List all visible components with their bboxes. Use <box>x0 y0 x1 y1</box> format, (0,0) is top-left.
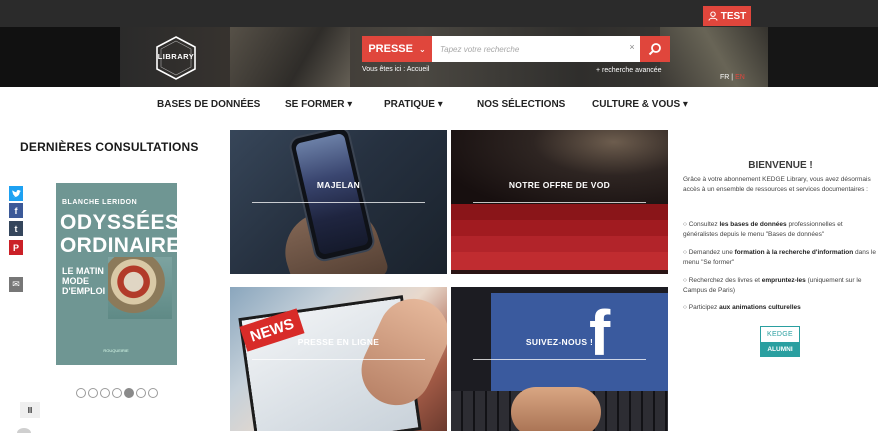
user-account-label: TEST <box>720 10 747 22</box>
advanced-search-link[interactable]: + recherche avancée <box>596 67 662 74</box>
scroll-button[interactable] <box>17 428 31 433</box>
kedge-badge-bottom: ALUMNI <box>761 342 799 357</box>
tile-vod[interactable]: NOTRE OFFRE DE VOD <box>451 130 668 274</box>
link-formation[interactable]: formation à la recherche d'information <box>735 249 854 256</box>
facebook-icon: f <box>14 205 18 216</box>
link-animations[interactable]: aux animations culturelles <box>719 304 801 311</box>
tile-majelan-label: MAJELAN <box>316 180 361 190</box>
nav-item-culture-et-vous[interactable]: CULTURE & VOUS ▾ <box>592 99 688 110</box>
tile-presse-label: PRESSE EN LIGNE <box>297 337 380 347</box>
book-cover[interactable]: BLANCHE LERIDON ODYSSÉES ORDINAIRES LE M… <box>56 183 177 365</box>
carousel-dot[interactable] <box>112 388 122 398</box>
nav-item-se-former[interactable]: SE FORMER ▾ <box>285 99 352 110</box>
nav-item-nos-selections[interactable]: NOS SÉLECTIONS <box>477 99 565 110</box>
facebook-share-button[interactable]: f <box>9 203 23 218</box>
tumblr-share-button[interactable]: t <box>9 221 23 236</box>
main-nav: BASES DE DONNÉES SE FORMER ▾ PRATIQUE ▾ … <box>0 88 878 120</box>
tile-suivez-nous[interactable]: f SUIVEZ-NOUS ! <box>451 287 668 431</box>
clear-search-icon[interactable]: × <box>627 42 637 54</box>
twitter-share-button[interactable] <box>9 186 23 201</box>
breadcrumb-home-link[interactable]: Accueil <box>407 66 430 73</box>
carousel-dots <box>76 388 158 398</box>
language-en-link[interactable]: EN <box>735 74 745 81</box>
welcome-bullet: ○ Demandez une formation à la recherche … <box>683 249 876 266</box>
link-emprunter[interactable]: empruntez-les <box>762 277 806 284</box>
book-author: BLANCHE LERIDON <box>62 199 138 206</box>
search-input[interactable] <box>432 36 640 62</box>
kedge-alumni-badge[interactable]: KEDGE ALUMNI <box>760 326 800 357</box>
tumblr-icon: t <box>14 223 18 234</box>
library-logo[interactable]: LIBRARY <box>153 35 199 81</box>
language-switcher: FR | EN <box>720 74 745 81</box>
top-bar: TEST <box>0 0 878 27</box>
breadcrumb: Vous êtes ici : Accueil <box>362 66 429 73</box>
chevron-down-icon: ⌄ <box>418 44 426 54</box>
book-subtitle: LE MATIN MODE D'EMPLOI <box>62 266 106 296</box>
carousel-dot[interactable] <box>136 388 146 398</box>
search-scope-select[interactable]: PRESSE ⌄ <box>362 36 432 62</box>
carousel-dot-active[interactable] <box>124 388 134 398</box>
search-scope-label: PRESSE <box>368 43 413 55</box>
pinterest-icon: P <box>12 242 19 253</box>
pause-icon: II <box>27 405 33 415</box>
email-share-button[interactable]: ✉ <box>9 277 23 292</box>
welcome-bullet: ○ Consultez les bases de données profess… <box>683 221 843 238</box>
nav-item-pratique[interactable]: PRATIQUE ▾ <box>384 99 443 110</box>
welcome-bullet: ○ Participez aux animations culturelles <box>683 304 801 311</box>
welcome-bullet: ○ Recherchez des livres et empruntez-les… <box>683 277 862 294</box>
facebook-logo-icon: f <box>589 297 611 369</box>
tile-suivez-label: SUIVEZ-NOUS ! <box>525 337 594 347</box>
carousel-dot[interactable] <box>88 388 98 398</box>
book-title-line2: ORDINAIRES <box>60 234 177 257</box>
recent-consultations-title: DERNIÈRES CONSULTATIONS <box>20 140 199 154</box>
nav-item-bases-de-donnees[interactable]: BASES DE DONNÉES <box>157 99 260 110</box>
welcome-intro: Grâce à votre abonnement KEDGE Library, … <box>683 176 871 193</box>
logo-text: LIBRARY <box>157 52 195 61</box>
tile-majelan[interactable]: MAJELAN <box>230 130 447 274</box>
book-title-line1: ODYSSÉES <box>60 211 177 234</box>
search-icon <box>648 43 661 56</box>
twitter-icon <box>11 189 21 197</box>
carousel-dot[interactable] <box>76 388 86 398</box>
breadcrumb-prefix: Vous êtes ici : <box>362 66 406 73</box>
user-icon <box>708 11 718 21</box>
tile-vod-label: NOTRE OFFRE DE VOD <box>508 180 611 190</box>
pinterest-share-button[interactable]: P <box>9 240 23 255</box>
book-publisher: ROUQUEIRIE <box>103 348 129 353</box>
user-account-button[interactable]: TEST <box>703 6 751 26</box>
language-fr-link[interactable]: FR <box>720 74 729 81</box>
tile-presse-en-ligne[interactable]: NEWS PRESSE EN LIGNE <box>230 287 447 431</box>
kedge-badge-top: KEDGE <box>766 331 793 338</box>
carousel-dot[interactable] <box>100 388 110 398</box>
carousel-dot[interactable] <box>148 388 158 398</box>
carousel-pause-button[interactable]: II <box>20 402 40 418</box>
link-bases-de-donnees[interactable]: les bases de données <box>719 221 786 228</box>
welcome-title: BIENVENUE ! <box>748 160 813 171</box>
email-icon: ✉ <box>12 279 20 289</box>
search-button[interactable] <box>640 36 670 62</box>
